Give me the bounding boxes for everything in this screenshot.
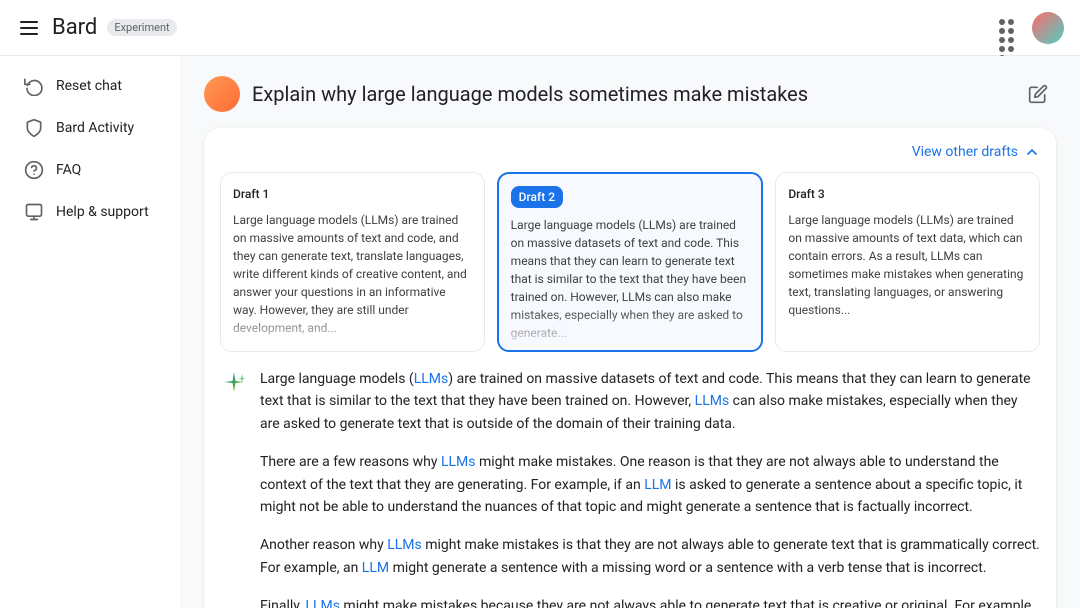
response-body: Large language models (LLMs) are trained… xyxy=(260,368,1040,608)
sidebar-label-reset: Reset chat xyxy=(56,78,122,94)
experiment-badge: Experiment xyxy=(107,19,176,36)
hamburger-menu[interactable] xyxy=(16,17,42,39)
response-para-2: There are a few reasons why LLMs might m… xyxy=(260,451,1040,518)
question-text: Explain why large language models someti… xyxy=(252,76,1008,106)
response-para-3: Another reason why LLMs might make mista… xyxy=(260,534,1040,579)
sidebar-item-bard-activity[interactable]: Bard Activity xyxy=(8,108,172,148)
reset-icon xyxy=(24,76,44,96)
response-card: View other drafts Draft 1 Large language… xyxy=(204,128,1056,608)
draft-1-fade xyxy=(221,311,484,351)
topbar-left: Bard Experiment xyxy=(16,15,177,40)
bard-response-row: Large language models (LLMs) are trained… xyxy=(220,368,1040,608)
user-avatar[interactable] xyxy=(1032,12,1064,44)
layout: Reset chat Bard Activity FAQ xyxy=(0,56,1080,608)
topbar-right xyxy=(996,12,1064,44)
draft-2-label: Draft 2 xyxy=(511,186,563,208)
edit-icon[interactable] xyxy=(1020,76,1056,112)
sidebar-item-reset-chat[interactable]: Reset chat xyxy=(8,66,172,106)
draft-card-3[interactable]: Draft 3 Large language models (LLMs) are… xyxy=(775,172,1040,352)
sidebar-label-activity: Bard Activity xyxy=(56,120,134,136)
faq-icon xyxy=(24,160,44,180)
drafts-header[interactable]: View other drafts xyxy=(220,144,1040,160)
draft-3-label: Draft 3 xyxy=(788,185,1027,203)
sidebar-item-help[interactable]: Help & support xyxy=(8,192,172,232)
sidebar-label-faq: FAQ xyxy=(56,162,81,178)
sidebar: Reset chat Bard Activity FAQ xyxy=(0,56,180,608)
draft-card-1[interactable]: Draft 1 Large language models (LLMs) are… xyxy=(220,172,485,352)
response-para-4: Finally, LLMs might make mistakes becaus… xyxy=(260,595,1040,608)
help-icon xyxy=(24,202,44,222)
sidebar-item-faq[interactable]: FAQ xyxy=(8,150,172,190)
draft-1-label: Draft 1 xyxy=(233,185,472,203)
activity-icon xyxy=(24,118,44,138)
draft-2-fade xyxy=(499,310,762,350)
view-other-drafts-label: View other drafts xyxy=(912,144,1018,160)
topbar: Bard Experiment xyxy=(0,0,1080,56)
bard-star-icon xyxy=(220,370,248,398)
main-content: Explain why large language models someti… xyxy=(180,56,1080,608)
question-row: Explain why large language models someti… xyxy=(204,76,1056,112)
response-para-1: Large language models (LLMs) are trained… xyxy=(260,368,1040,435)
drafts-container: Draft 1 Large language models (LLMs) are… xyxy=(220,172,1040,352)
draft-3-fade xyxy=(776,311,1039,351)
apps-icon[interactable] xyxy=(996,16,1020,40)
sidebar-label-help: Help & support xyxy=(56,204,149,220)
chevron-up-icon xyxy=(1024,144,1040,160)
user-avatar-small xyxy=(204,76,240,112)
app-title: Bard xyxy=(52,15,97,40)
draft-3-text: Large language models (LLMs) are trained… xyxy=(788,211,1027,319)
draft-card-2[interactable]: Draft 2 Large language models (LLMs) are… xyxy=(497,172,764,352)
